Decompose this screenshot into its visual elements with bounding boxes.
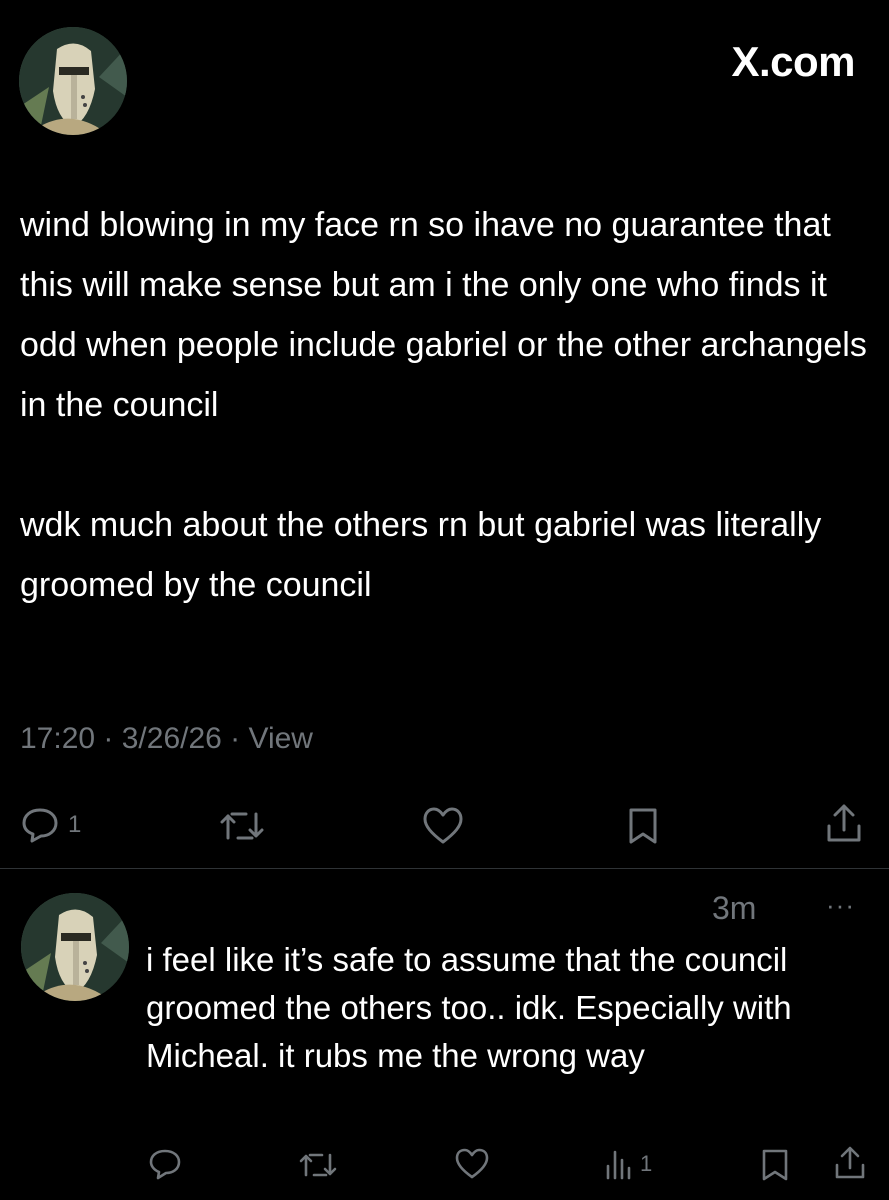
like-button[interactable]: [454, 1148, 490, 1180]
share-icon: [835, 1146, 865, 1179]
share-icon: [827, 804, 861, 842]
bookmark-icon: [629, 808, 657, 844]
divider: [0, 868, 889, 869]
bookmark-button[interactable]: [626, 806, 660, 846]
reply-icon: [22, 808, 58, 843]
reply-actions: 1: [0, 1144, 889, 1184]
retweet-button[interactable]: [298, 1150, 338, 1180]
armored-helmet-avatar-icon: [19, 27, 127, 135]
armored-helmet-avatar-icon: [21, 893, 129, 1001]
retweet-icon: [220, 812, 264, 840]
brand-logo: X.com: [731, 38, 855, 85]
views-bar-icon: [606, 1150, 631, 1180]
like-button[interactable]: [421, 806, 465, 846]
reply-count: 1: [68, 811, 82, 838]
tweet-paragraph: wind blowing in my face rn so ihave no g…: [20, 206, 867, 424]
reply-button[interactable]: [148, 1148, 182, 1180]
heart-icon: [455, 1148, 489, 1179]
tweet-paragraph: wdk much about the others rn but gabriel…: [20, 506, 822, 604]
reply-timestamp: 3m: [712, 890, 757, 926]
tweet-actions: 1: [0, 800, 889, 850]
tweet-text: wind blowing in my face rn so ihave no g…: [20, 195, 870, 615]
bookmark-icon: [762, 1149, 788, 1181]
retweet-icon: [299, 1153, 337, 1177]
more-options-button[interactable]: ···: [826, 890, 855, 921]
tweet-meta: 17:20 · 3/26/26 · View: [20, 722, 313, 755]
retweet-button[interactable]: [218, 808, 266, 844]
views-button[interactable]: 1: [604, 1148, 652, 1180]
share-button[interactable]: [824, 802, 864, 846]
bookmark-button[interactable]: [760, 1148, 790, 1182]
share-button[interactable]: [833, 1144, 867, 1182]
avatar[interactable]: [19, 27, 127, 135]
heart-icon: [423, 807, 463, 844]
views-count: 1: [640, 1151, 653, 1176]
reply-icon: [149, 1149, 181, 1180]
reply-button[interactable]: 1: [20, 806, 81, 844]
reply-avatar[interactable]: [21, 893, 129, 1001]
reply-text: i feel like it’s safe to assume that the…: [146, 941, 792, 1074]
